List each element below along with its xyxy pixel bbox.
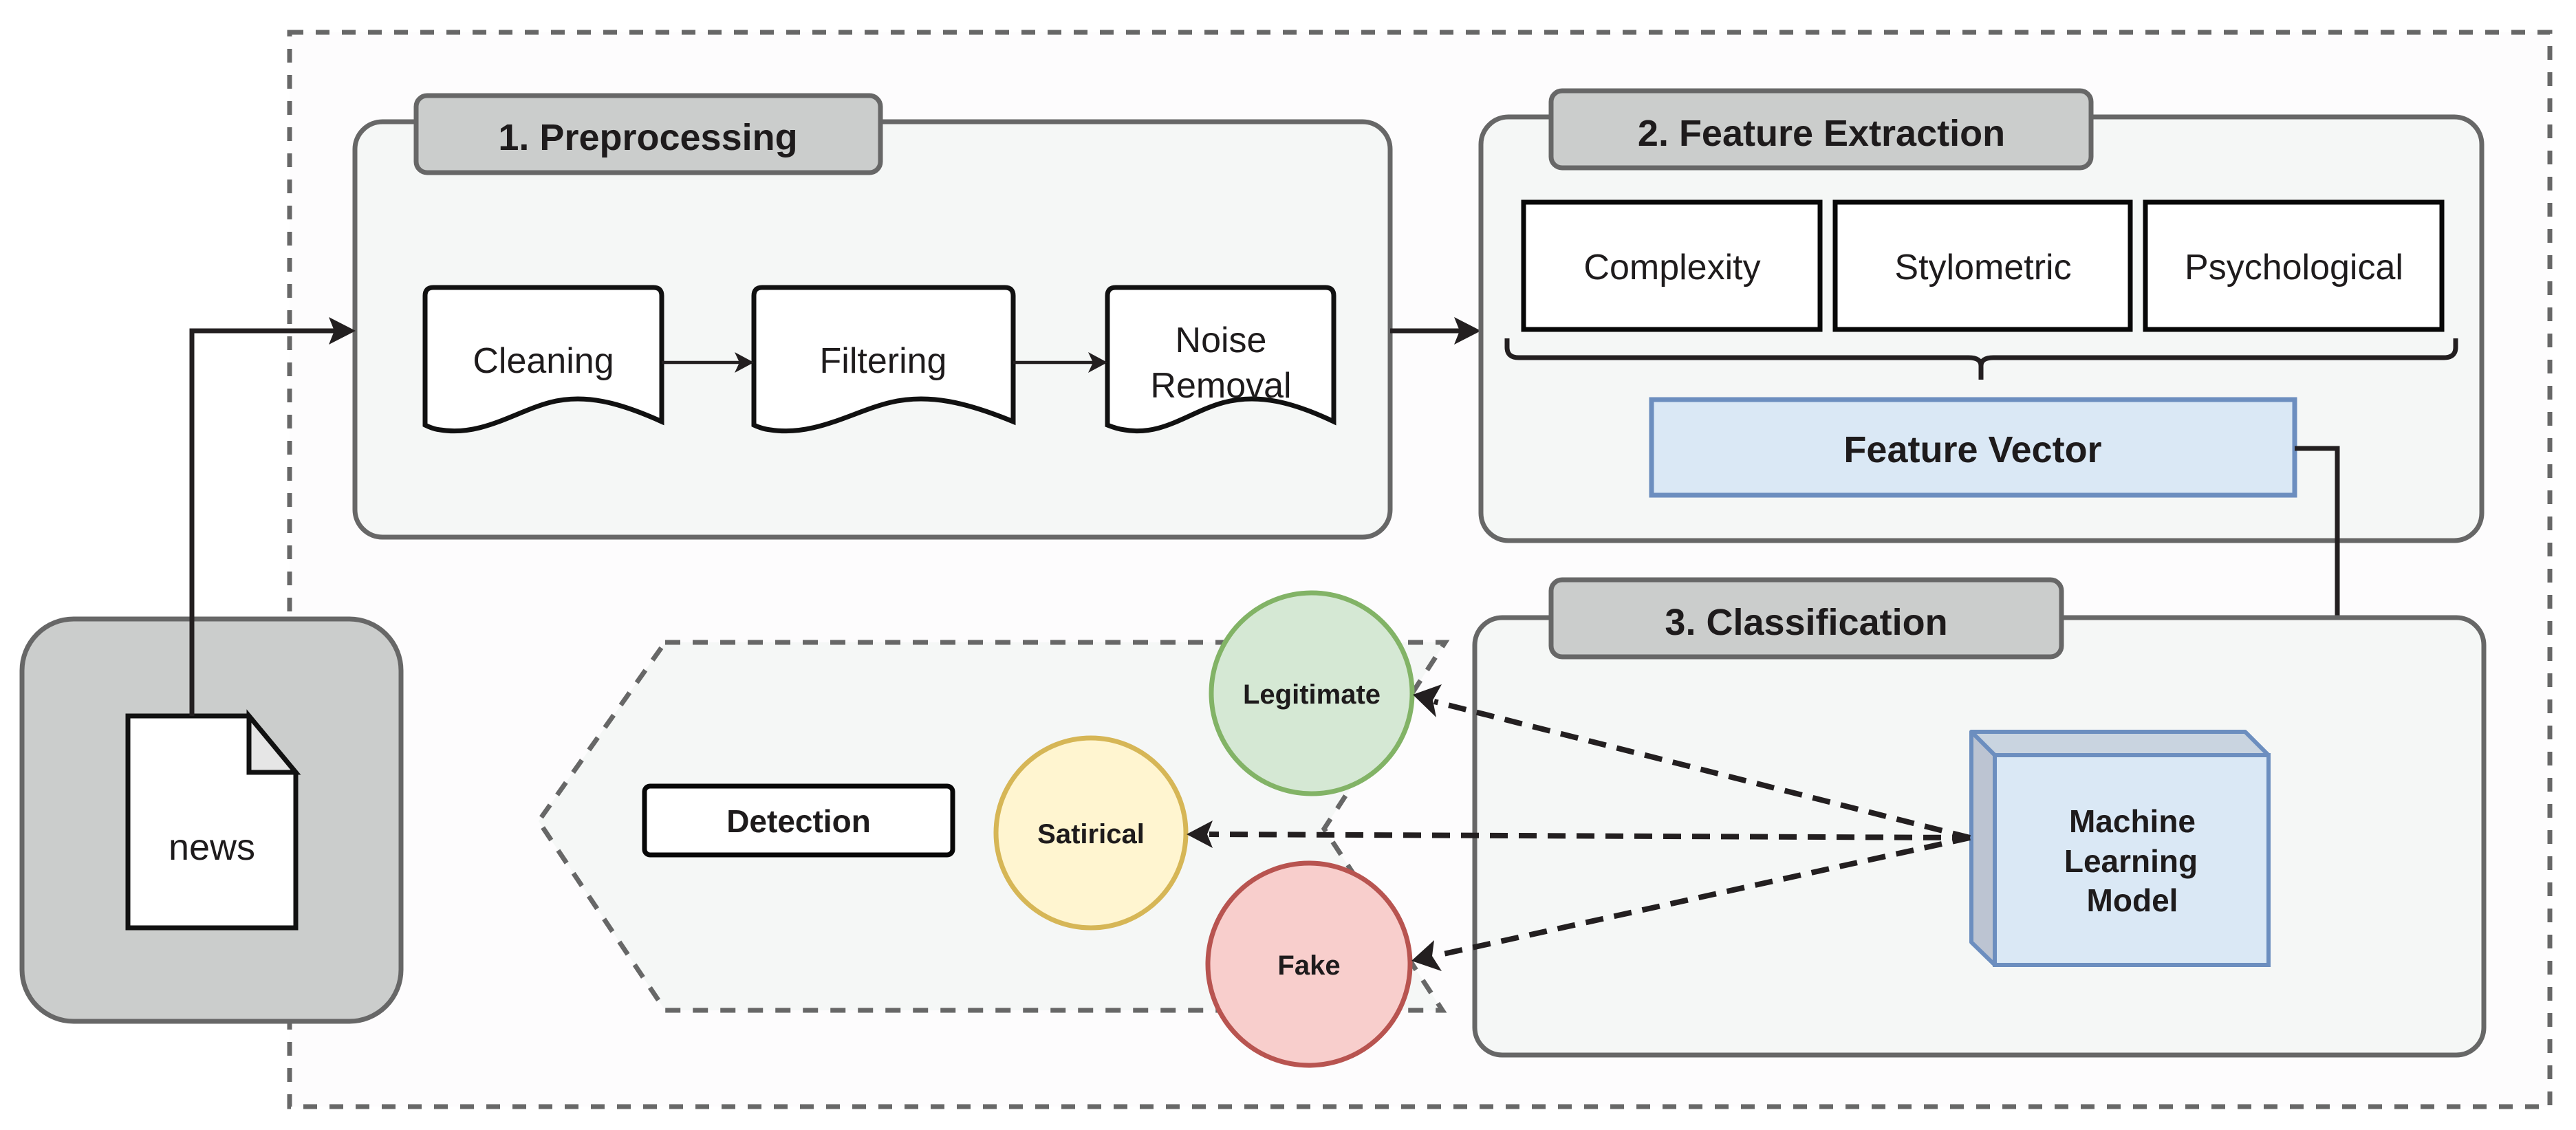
classification-title: 3. Classification [1665,602,1947,643]
detection-region: Detection Legitimate Satirical Fake [535,590,1450,1068]
stage-preprocessing: 1. Preprocessing Cleaning Filtering Nois… [352,93,1393,540]
feature-complexity-label: Complexity [1583,248,1760,287]
step-noise-removal-label-line1: Noise [1176,320,1267,360]
diagram-canvas: 1. Preprocessing Cleaning Filtering Nois… [0,0,2576,1130]
feature-stylometric-label: Stylometric [1894,248,2071,287]
stage-feature-extraction: 2. Feature Extraction Complexity Stylome… [1478,88,2485,543]
news-input: news [19,616,404,1024]
feature-extraction-title: 2. Feature Extraction [1638,113,2005,154]
model-side-face [1969,730,1997,967]
class-fake-label: Fake [1277,950,1340,981]
step-cleaning-label: Cleaning [473,341,614,381]
class-satirical-label: Satirical [1037,819,1145,849]
stage-classification: 3. Classification Machine Learning Model [1472,577,2487,1058]
detection-label: Detection [726,803,871,839]
pipeline-diagram: 1. Preprocessing Cleaning Filtering Nois… [19,30,2553,1109]
news-label: news [169,827,255,868]
class-legitimate-label: Legitimate [1243,680,1381,710]
step-filtering-label: Filtering [820,341,947,381]
step-noise-removal-label-line2: Removal [1150,366,1291,406]
model-top-face [1969,730,2271,757]
model-label-line1: Machine [2069,803,2196,839]
feature-psychological-label: Psychological [2185,248,2403,287]
model-label-line3: Model [2087,882,2178,918]
machine-learning-model: Machine Learning Model [1969,730,2271,967]
preprocessing-title: 1. Preprocessing [498,117,797,158]
feature-vector-label: Feature Vector [1843,429,2101,470]
model-label-line2: Learning [2064,843,2198,879]
